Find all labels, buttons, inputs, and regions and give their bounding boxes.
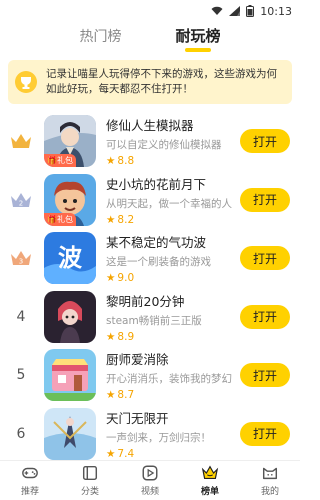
- star-icon: ★: [106, 213, 116, 226]
- game-score: 7.4: [117, 447, 135, 460]
- svg-text:波: 波: [58, 244, 83, 272]
- tab-label: 分类: [80, 487, 99, 497]
- tab-category[interactable]: 分类: [60, 461, 120, 500]
- open-button[interactable]: 打开: [240, 304, 290, 329]
- tab-profile[interactable]: 我的: [240, 461, 300, 500]
- tab-hot-list[interactable]: 热门榜: [79, 26, 121, 52]
- notice-banner: 记录让喵星人玩得停不下来的游戏，这些游戏为何如此好玩，每天都忍不住打开！: [8, 60, 292, 104]
- gift-badge: 🎁礼包: [44, 212, 76, 226]
- 20-minutes-till-dawn-icon[interactable]: [44, 290, 96, 343]
- gift-badge: 🎁礼包: [44, 154, 76, 168]
- open-button[interactable]: 打开: [240, 421, 290, 446]
- cat-profile-icon: [262, 467, 278, 480]
- game-name: 厨师爱消除: [106, 352, 169, 368]
- game-description: 从明天起，做一个幸福的人: [106, 197, 232, 210]
- game-description: steam畅销前三正版: [106, 314, 202, 327]
- game-score: 8.2: [117, 213, 135, 226]
- tab-label: 视频: [140, 487, 159, 497]
- game-name: 修仙人生模拟器: [106, 118, 194, 134]
- trophy-icon: [15, 71, 37, 93]
- star-icon: ★: [106, 155, 116, 168]
- rank-crown-gold: [8, 128, 34, 154]
- list-item[interactable]: 2 🎁礼包 史小坑的花前月下 从明天起，做一个幸福的人 ★ 8.2 打开: [0, 171, 300, 230]
- star-icon: ★: [106, 330, 116, 343]
- game-description: 一声剑来，万剑归宗！: [106, 431, 211, 444]
- star-icon: ★: [106, 272, 116, 285]
- category-icon: [82, 465, 98, 481]
- play-icon: [142, 465, 158, 481]
- game-score: 8.9: [117, 330, 135, 343]
- status-time: 10:13: [260, 4, 292, 18]
- tab-recommend[interactable]: 推荐: [0, 461, 60, 500]
- list-item[interactable]: 5 厨师爱消除 开心消消乐，装饰我的梦幻… ★ 8.7 打开: [0, 346, 300, 405]
- wifi-icon: [211, 6, 223, 16]
- list-item[interactable]: 6 天门无限开 一声剑来，万剑归宗！ ★ 7.4 打开: [0, 405, 300, 464]
- open-button[interactable]: 打开: [240, 363, 290, 388]
- rank-number: 5: [16, 367, 26, 384]
- star-icon: ★: [106, 447, 116, 460]
- notice-text: 记录让喵星人玩得停不下来的游戏，这些游戏为何如此好玩，每天都忍不住打开！: [46, 68, 277, 95]
- game-description: 这是一个刷装备的游戏: [106, 256, 211, 269]
- list-item[interactable]: 3 波 某不稳定的气功波 这是一个刷装备的游戏 ★ 9.0 打开: [0, 229, 300, 288]
- tab-video[interactable]: 视频: [120, 461, 180, 500]
- rank-number: 6: [16, 425, 26, 442]
- signal-icon: [229, 6, 241, 16]
- game-ranking-list: 🎁礼包 修仙人生模拟器 可以自定义的修仙模拟器 ★ 8.8 打开 2 🎁礼包 史小: [0, 112, 300, 463]
- rank-crown-silver: 2: [8, 187, 34, 213]
- game-score: 8.7: [117, 389, 135, 402]
- chef-match-game-icon[interactable]: [44, 349, 96, 402]
- open-button[interactable]: 打开: [240, 129, 290, 154]
- tab-label: 我的: [260, 487, 279, 497]
- open-button[interactable]: 打开: [240, 246, 290, 271]
- bottom-tab-bar: 推荐 分类 视频 榜单 我的: [0, 460, 300, 500]
- ranking-icon: [201, 465, 219, 479]
- tab-playable-list[interactable]: 耐玩榜: [175, 25, 220, 52]
- ranking-tabs: 热门榜 耐玩榜: [0, 22, 300, 54]
- star-icon: ★: [106, 389, 116, 402]
- game-score: 8.8: [117, 155, 135, 168]
- game-description: 可以自定义的修仙模拟器: [106, 139, 222, 152]
- game-name: 某不稳定的气功波: [106, 235, 207, 251]
- rank-crown-bronze: 3: [8, 245, 34, 271]
- gamepad-icon: [22, 467, 38, 479]
- list-item[interactable]: 🎁礼包 修仙人生模拟器 可以自定义的修仙模拟器 ★ 8.8 打开: [0, 112, 300, 171]
- open-button[interactable]: 打开: [240, 187, 290, 212]
- svg-text:3: 3: [19, 258, 23, 266]
- game-name: 黎明前20分钟: [106, 293, 185, 309]
- list-item[interactable]: 4 黎明前20分钟 steam畅销前三正版 ★ 8.9 打开: [0, 288, 300, 347]
- qigong-wave-game-icon[interactable]: 波: [44, 232, 96, 285]
- shi-xiaokeng-game-icon[interactable]: 🎁礼包: [44, 173, 96, 226]
- tab-ranking[interactable]: 榜单: [180, 461, 240, 500]
- rank-number: 4: [16, 308, 26, 325]
- tab-label: 榜单: [200, 487, 219, 497]
- status-bar: 10:13: [0, 0, 300, 22]
- game-name: 史小坑的花前月下: [106, 176, 207, 192]
- cultivation-game-icon[interactable]: 🎁礼包: [44, 115, 96, 168]
- game-name: 天门无限开: [106, 410, 169, 426]
- game-description: 开心消消乐，装饰我的梦幻…: [106, 373, 232, 386]
- game-score: 9.0: [117, 272, 135, 285]
- svg-text:2: 2: [19, 199, 23, 207]
- battery-icon: [246, 5, 255, 17]
- tianmen-game-icon[interactable]: [44, 407, 96, 460]
- tab-label: 推荐: [20, 487, 39, 497]
